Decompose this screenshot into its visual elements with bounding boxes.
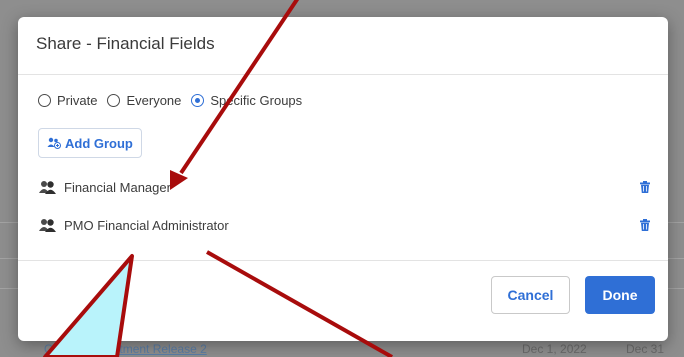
radio-private-circle[interactable] xyxy=(38,94,51,107)
trash-icon[interactable] xyxy=(640,181,650,193)
background-row-link[interactable]: Ontario Department Release 2 xyxy=(44,342,207,356)
header-divider xyxy=(18,74,668,75)
dialog-title: Share - Financial Fields xyxy=(36,34,215,53)
group-row-financial-manager: Financial Manager xyxy=(38,177,650,197)
radio-everyone[interactable]: Everyone xyxy=(107,93,181,108)
done-button[interactable]: Done xyxy=(585,276,655,314)
share-dialog: Share - Financial Fields Private Everyon… xyxy=(18,17,668,341)
visibility-radio-group: Private Everyone Specific Groups xyxy=(38,93,312,108)
add-group-icon xyxy=(47,137,61,149)
background-date-start: Dec 1, 2022 xyxy=(522,342,587,356)
add-group-button[interactable]: Add Group xyxy=(38,128,142,158)
radio-specific-groups-label: Specific Groups xyxy=(210,93,303,108)
background-date-end: Dec 31 xyxy=(626,342,665,356)
add-group-label: Add Group xyxy=(65,135,133,151)
group-name: PMO Financial Administrator xyxy=(64,217,229,233)
radio-everyone-label: Everyone xyxy=(126,93,182,108)
radio-everyone-circle[interactable] xyxy=(107,94,121,107)
radio-specific-groups-circle[interactable] xyxy=(191,94,205,107)
group-name: Financial Manager xyxy=(64,179,171,195)
radio-specific-groups[interactable]: Specific Groups xyxy=(191,93,302,108)
footer-divider xyxy=(18,260,668,261)
people-icon xyxy=(38,217,58,233)
people-icon xyxy=(38,179,58,195)
radio-private-label: Private xyxy=(57,93,98,108)
group-row-pmo-financial-administrator: PMO Financial Administrator xyxy=(38,215,650,235)
radio-private[interactable]: Private xyxy=(38,93,97,108)
cancel-button[interactable]: Cancel xyxy=(491,276,570,314)
trash-icon[interactable] xyxy=(640,219,650,231)
